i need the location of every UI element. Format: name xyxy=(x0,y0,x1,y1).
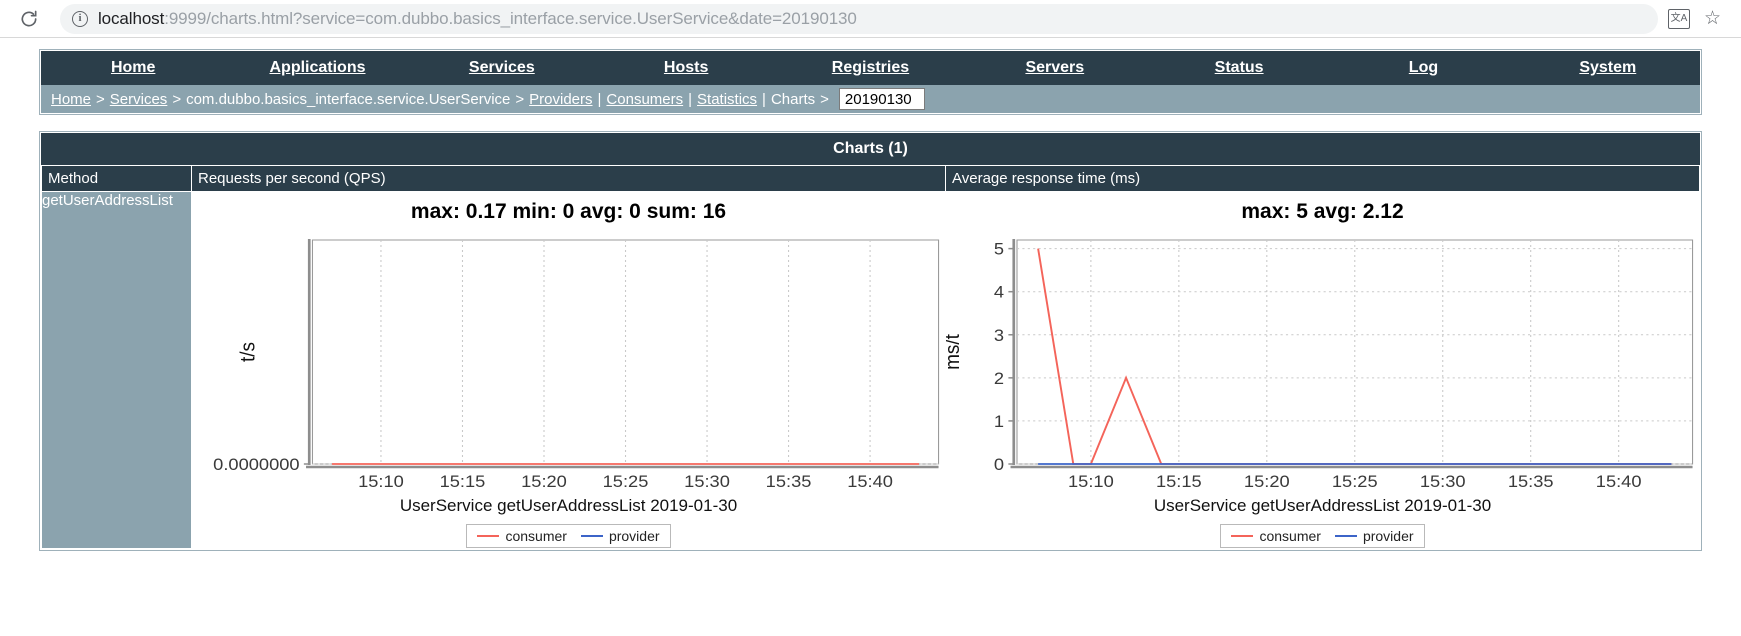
svg-text:15:35: 15:35 xyxy=(1508,472,1554,490)
legend-label-provider: provider xyxy=(1362,528,1414,544)
nav-item-system[interactable]: System xyxy=(1516,59,1700,77)
breadcrumb-providers[interactable]: Providers xyxy=(529,91,592,108)
svg-text:15:20: 15:20 xyxy=(521,472,567,490)
qps-chart-caption: UserService getUserAddressList 2019-01-3… xyxy=(399,496,738,515)
consumer-color-swatch xyxy=(1231,535,1254,537)
svg-text:0.0000000: 0.0000000 xyxy=(213,455,300,474)
breadcrumb-sep-1: > xyxy=(96,90,105,108)
rt-plot-svg: 0 1 2 3 4 5 15:10 15:15 15:20 15:25 15:30 15:35 15:4… xyxy=(946,239,1694,490)
url-host: localhost xyxy=(98,8,165,28)
svg-text:15:30: 15:30 xyxy=(684,472,730,490)
legend-item-provider: provider xyxy=(580,528,660,544)
nav-item-log[interactable]: Log xyxy=(1331,59,1515,77)
rt-chart-caption: UserService getUserAddressList 2019-01-3… xyxy=(1153,496,1492,515)
svg-text:15:15: 15:15 xyxy=(1156,472,1202,490)
svg-text:1: 1 xyxy=(994,412,1004,431)
nav-item-servers[interactable]: Servers xyxy=(963,59,1147,77)
reload-icon[interactable] xyxy=(14,4,44,34)
breadcrumb-services[interactable]: Services xyxy=(110,91,168,108)
consumer-color-swatch xyxy=(477,535,500,537)
nav-panel: Home Applications Services Hosts Registr… xyxy=(39,49,1702,115)
legend-item-consumer: consumer xyxy=(1231,528,1321,544)
breadcrumb-service-name: com.dubbo.basics_interface.service.UserS… xyxy=(186,90,511,108)
breadcrumb-charts: Charts xyxy=(770,90,816,108)
nav-item-hosts[interactable]: Hosts xyxy=(594,59,778,77)
legend-label-consumer: consumer xyxy=(505,528,567,544)
provider-color-swatch xyxy=(580,535,603,537)
svg-text:15:15: 15:15 xyxy=(440,472,486,490)
svg-text:15:30: 15:30 xyxy=(1420,472,1466,490)
column-header-response-time: Average response time (ms) xyxy=(945,165,1700,192)
url-path: :9999/charts.html?service=com.dubbo.basi… xyxy=(164,8,857,28)
rt-chart-title: max: 5 avg: 2.12 xyxy=(1241,200,1404,223)
legend-item-provider: provider xyxy=(1334,528,1414,544)
main-nav: Home Applications Services Hosts Registr… xyxy=(41,51,1700,85)
breadcrumb-sep-4: > xyxy=(820,90,829,108)
browser-toolbar: i localhost:9999/charts.html?service=com… xyxy=(0,0,1741,38)
svg-text:2: 2 xyxy=(994,368,1004,387)
bookmark-star-icon[interactable]: ☆ xyxy=(1704,9,1721,28)
url-text: localhost:9999/charts.html?service=com.d… xyxy=(98,9,857,29)
legend-item-consumer: consumer xyxy=(477,528,567,544)
cell-response-time-chart: max: 5 avg: 2.12 0 1 2 3 4 5 15:10 15:15 15:20 15… xyxy=(945,191,1700,549)
charts-panel: Charts (1) Method Requests per second (Q… xyxy=(39,131,1702,551)
nav-item-status[interactable]: Status xyxy=(1147,59,1331,77)
svg-text:15:40: 15:40 xyxy=(1596,472,1642,490)
legend-label-provider: provider xyxy=(608,528,660,544)
table-header-row: Method Requests per second (QPS) Average… xyxy=(41,165,1700,192)
rt-plot: 0 1 2 3 4 5 15:10 15:15 15:20 15:25 15:30 15:35 15:4… xyxy=(946,230,1699,490)
charts-table: Method Requests per second (QPS) Average… xyxy=(41,165,1700,549)
qps-plot-svg: 0.0000000 15:10 15:15 15:20 15:25 15:30 15:35 1… xyxy=(213,239,940,490)
provider-color-swatch xyxy=(1334,535,1357,537)
nav-item-registries[interactable]: Registries xyxy=(778,59,962,77)
cell-qps-chart: max: 0.17 min: 0 avg: 0 sum: 16 0.000000… xyxy=(191,191,946,549)
svg-text:15:10: 15:10 xyxy=(1068,472,1114,490)
cell-method-name: getUserAddressList xyxy=(41,191,192,549)
breadcrumb-pipe-1: | xyxy=(597,90,602,108)
qps-plot: 0.0000000 15:10 15:15 15:20 15:25 15:30 15:35 1… xyxy=(192,230,945,490)
page-body: Home Applications Services Hosts Registr… xyxy=(0,49,1741,636)
legend-label-consumer: consumer xyxy=(1259,528,1321,544)
qps-chart-title: max: 0.17 min: 0 avg: 0 sum: 16 xyxy=(410,200,727,223)
nav-item-services[interactable]: Services xyxy=(410,59,594,77)
address-bar[interactable]: i localhost:9999/charts.html?service=com… xyxy=(60,3,1658,34)
breadcrumb: Home > Services > com.dubbo.basics_inter… xyxy=(41,85,1700,113)
breadcrumb-statistics[interactable]: Statistics xyxy=(697,91,757,108)
column-header-qps: Requests per second (QPS) xyxy=(191,165,946,192)
qps-legend: consumer provider xyxy=(192,524,945,548)
breadcrumb-sep-3: > xyxy=(515,90,525,108)
table-row: getUserAddressList max: 0.17 min: 0 avg:… xyxy=(41,191,1700,549)
omnibox-actions: 文A ☆ xyxy=(1667,8,1727,29)
nav-item-applications[interactable]: Applications xyxy=(225,59,409,77)
svg-text:15:35: 15:35 xyxy=(766,472,812,490)
breadcrumb-pipe-2: | xyxy=(688,90,693,108)
breadcrumb-consumers[interactable]: Consumers xyxy=(606,91,683,108)
svg-text:15:40: 15:40 xyxy=(847,472,893,490)
svg-text:5: 5 xyxy=(994,239,1004,258)
page-info-icon[interactable]: i xyxy=(72,10,88,27)
svg-text:15:25: 15:25 xyxy=(603,472,649,490)
svg-text:3: 3 xyxy=(994,325,1004,344)
svg-text:4: 4 xyxy=(994,282,1004,301)
column-header-method: Method xyxy=(41,165,192,192)
charts-panel-title: Charts (1) xyxy=(41,133,1700,165)
date-input[interactable] xyxy=(838,88,925,110)
svg-text:15:25: 15:25 xyxy=(1332,472,1378,490)
svg-text:t/s: t/s xyxy=(237,342,260,362)
breadcrumb-home[interactable]: Home xyxy=(51,91,91,108)
breadcrumb-sep-2: > xyxy=(172,90,182,108)
svg-text:0: 0 xyxy=(994,455,1004,474)
rt-legend: consumer provider xyxy=(946,524,1699,548)
breadcrumb-pipe-3: | xyxy=(762,90,766,108)
svg-text:15:10: 15:10 xyxy=(358,472,404,490)
svg-text:15:20: 15:20 xyxy=(1244,472,1290,490)
nav-item-home[interactable]: Home xyxy=(41,59,225,77)
translate-icon[interactable]: 文A xyxy=(1667,8,1690,29)
svg-text:ms/t: ms/t xyxy=(946,334,964,370)
